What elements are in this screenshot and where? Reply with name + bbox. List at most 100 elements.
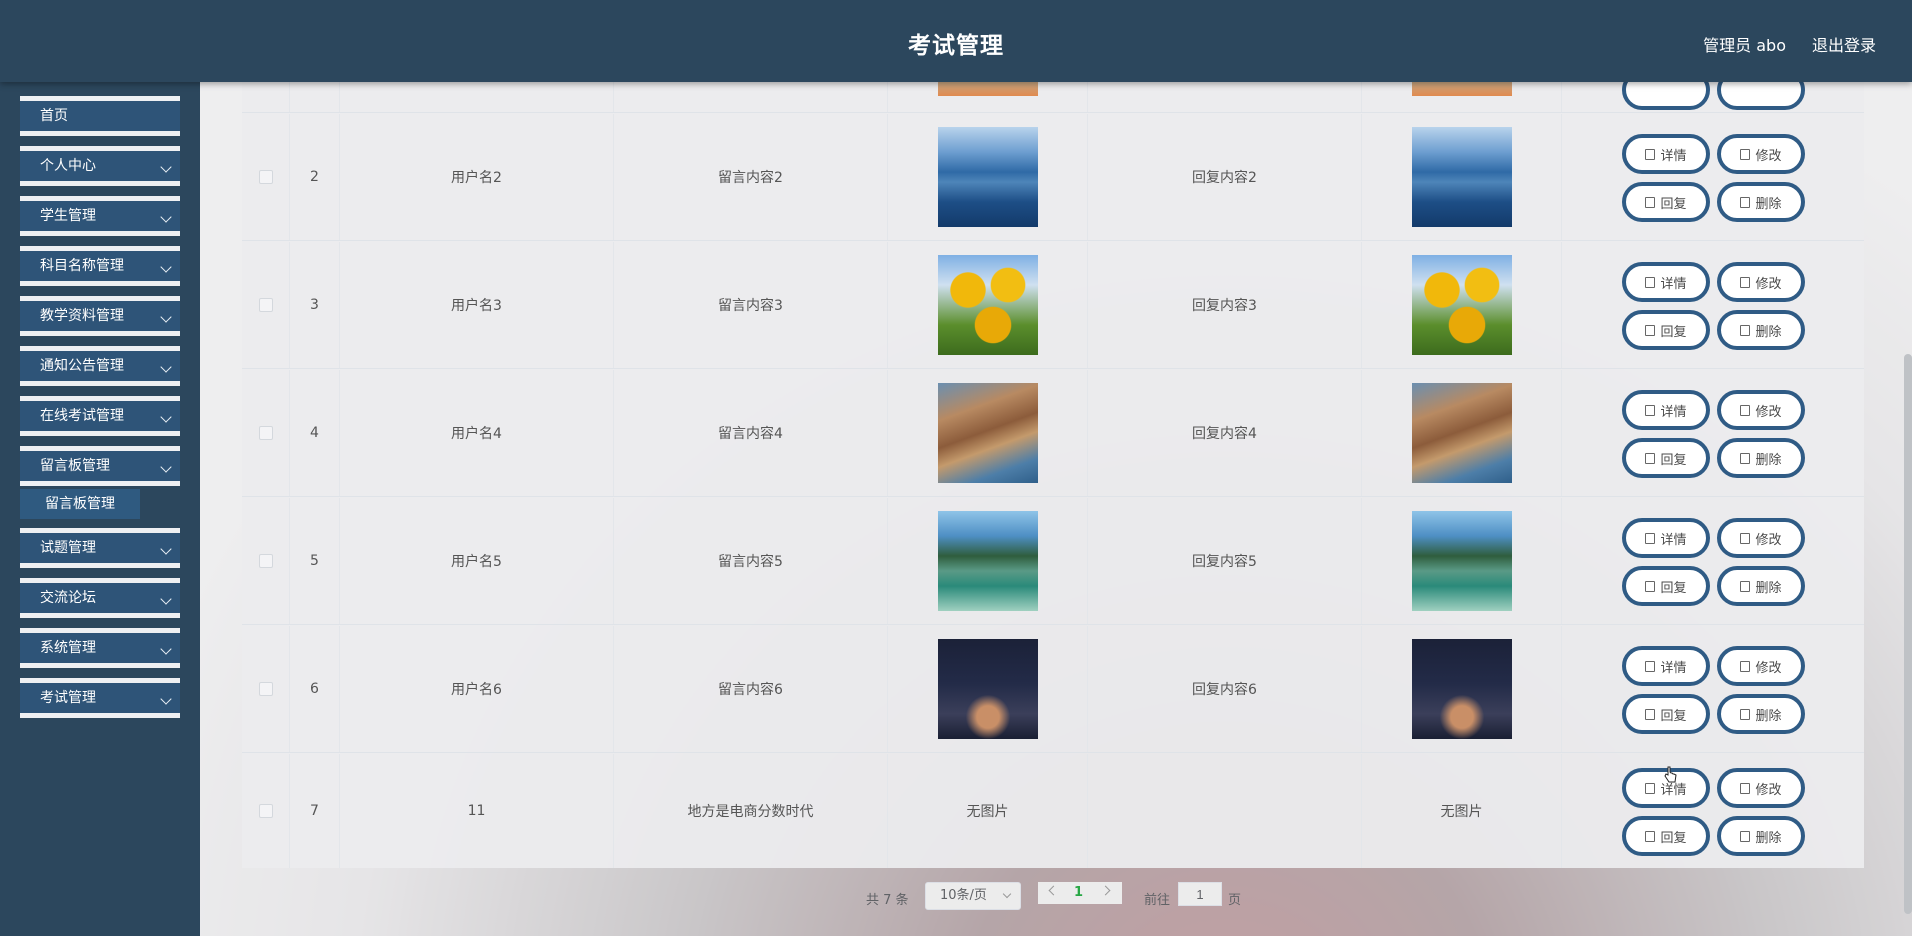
reply-cell: [1088, 82, 1362, 112]
pencil-icon: [1740, 532, 1751, 544]
sidebar-item-subject-management[interactable]: 科目名称管理: [20, 246, 180, 286]
sidebar-item-forum[interactable]: 交流论坛: [20, 578, 180, 618]
sidebar-item-label: 系统管理: [40, 640, 96, 656]
edit-button[interactable]: 修改: [1717, 134, 1805, 174]
document-icon: [1645, 148, 1656, 160]
row-checkbox[interactable]: [258, 682, 273, 696]
username-cell: [340, 82, 614, 112]
index-cell: 4: [290, 370, 340, 496]
message-thumbnail: [937, 639, 1038, 739]
sidebar-item-label: 个人中心: [40, 158, 96, 174]
image-cell: [888, 370, 1088, 496]
sidebar-item-question-management[interactable]: 试题管理: [20, 528, 180, 568]
row-checkbox[interactable]: [258, 170, 273, 184]
hand-cursor-icon: [1664, 766, 1677, 783]
sidebar-item-label: 试题管理: [40, 540, 96, 556]
table-row: 5 用户名5 留言内容5 回复内容5 详情 修改 回复 删除: [242, 498, 1864, 625]
checkbox-cell: [242, 242, 290, 368]
sidebar-item-label: 首页: [40, 108, 68, 124]
admin-user-label: 管理员 abo: [1703, 36, 1786, 55]
scrollbar[interactable]: [1904, 354, 1912, 914]
delete-button[interactable]: 删除: [1717, 566, 1805, 606]
sidebar-item-label: 教学资料管理: [40, 308, 124, 324]
logout-link[interactable]: 退出登录: [1812, 32, 1876, 56]
pencil-icon: [1740, 276, 1751, 288]
reply-image-cell: [1362, 242, 1562, 368]
detail-button[interactable]: 详情: [1622, 390, 1710, 430]
row-checkbox[interactable]: [258, 426, 273, 440]
row-checkbox[interactable]: [258, 804, 273, 818]
row-checkbox[interactable]: [258, 298, 273, 312]
checkbox-cell: [242, 498, 290, 624]
delete-button[interactable]: 删除: [1717, 310, 1805, 350]
detail-button[interactable]: 详情: [1622, 262, 1710, 302]
message-cell: [614, 82, 888, 112]
detail-button[interactable]: 详情: [1622, 134, 1710, 174]
chevron-down-icon: [160, 693, 172, 705]
sidebar-subitem-message-board[interactable]: 留言板管理: [20, 489, 140, 519]
page-size-select[interactable]: 10条/页: [925, 882, 1021, 910]
reply-cell: [1088, 754, 1362, 868]
detail-button[interactable]: 详情: [1622, 518, 1710, 558]
pagination: 共 7 条 10条/页 1 前往 页: [200, 877, 1912, 917]
message-cell: 留言内容4: [614, 370, 888, 496]
detail-button[interactable]: 详情: [1622, 646, 1710, 686]
reply-button[interactable]: 回复: [1622, 816, 1710, 856]
reply-cell: 回复内容2: [1088, 114, 1362, 240]
sidebar-item-home[interactable]: 首页: [20, 96, 180, 136]
sidebar-item-personal-center[interactable]: 个人中心: [20, 146, 180, 186]
sidebar-item-teaching-materials[interactable]: 教学资料管理: [20, 296, 180, 336]
sidebar-item-student-management[interactable]: 学生管理: [20, 196, 180, 236]
current-page[interactable]: 1: [1074, 885, 1083, 900]
table-row: [242, 82, 1864, 113]
index-cell: [290, 82, 340, 112]
checkbox-cell: [242, 370, 290, 496]
chevron-right-icon[interactable]: [1100, 885, 1111, 896]
pencil-icon: [1645, 580, 1656, 592]
total-count: 共 7 条: [866, 893, 909, 908]
goto-page-input[interactable]: [1178, 882, 1222, 906]
username-cell: 用户名6: [340, 626, 614, 752]
edit-button[interactable]: [1622, 82, 1710, 110]
sidebar-item-message-board[interactable]: 留言板管理: [20, 446, 180, 486]
goto-label: 前往: [1144, 893, 1171, 908]
reply-button[interactable]: 回复: [1622, 310, 1710, 350]
delete-button[interactable]: [1717, 82, 1805, 110]
reply-button[interactable]: 回复: [1622, 566, 1710, 606]
edit-button[interactable]: 修改: [1717, 518, 1805, 558]
chevron-left-icon[interactable]: [1048, 885, 1059, 896]
delete-button[interactable]: 删除: [1717, 694, 1805, 734]
sidebar-item-system-management[interactable]: 系统管理: [20, 628, 180, 668]
reply-cell: 回复内容5: [1088, 498, 1362, 624]
chevron-down-icon: [160, 261, 172, 273]
edit-button[interactable]: 修改: [1717, 390, 1805, 430]
edit-button[interactable]: 修改: [1717, 768, 1805, 808]
row-checkbox[interactable]: [258, 554, 273, 568]
edit-button[interactable]: 修改: [1717, 646, 1805, 686]
table-row: 6 用户名6 留言内容6 回复内容6 详情 修改 回复 删除: [242, 626, 1864, 753]
delete-button[interactable]: 删除: [1717, 438, 1805, 478]
sidebar-item-notice-management[interactable]: 通知公告管理: [20, 346, 180, 386]
sidebar-item-label: 学生管理: [40, 208, 96, 224]
reply-button[interactable]: 回复: [1622, 182, 1710, 222]
reply-button[interactable]: 回复: [1622, 694, 1710, 734]
reply-thumbnail: [1411, 255, 1512, 355]
image-cell: [888, 242, 1088, 368]
checkbox-cell: [242, 114, 290, 240]
chevron-down-icon: [160, 461, 172, 473]
table-row: 3 用户名3 留言内容3 回复内容3 详情 修改 回复 删除: [242, 242, 1864, 369]
sidebar-item-online-exam[interactable]: 在线考试管理: [20, 396, 180, 436]
message-cell: 地方是电商分数时代: [614, 754, 888, 868]
reply-cell: 回复内容3: [1088, 242, 1362, 368]
chevron-down-icon: [160, 311, 172, 323]
table-row: 7 11 地方是电商分数时代 无图片 无图片 详情 修改 回复 删除: [242, 754, 1864, 868]
delete-button[interactable]: 删除: [1717, 816, 1805, 856]
trash-icon: [1740, 324, 1751, 336]
sidebar-item-exam-management[interactable]: 考试管理: [20, 678, 180, 718]
delete-button[interactable]: 删除: [1717, 182, 1805, 222]
sidebar: 首页 个人中心 学生管理 科目名称管理 教学资料管理 通知公告管理 在线考试管理…: [0, 82, 200, 936]
edit-button[interactable]: 修改: [1717, 262, 1805, 302]
reply-button[interactable]: 回复: [1622, 438, 1710, 478]
page-title: 考试管理: [908, 33, 1004, 59]
trash-icon: [1740, 196, 1751, 208]
